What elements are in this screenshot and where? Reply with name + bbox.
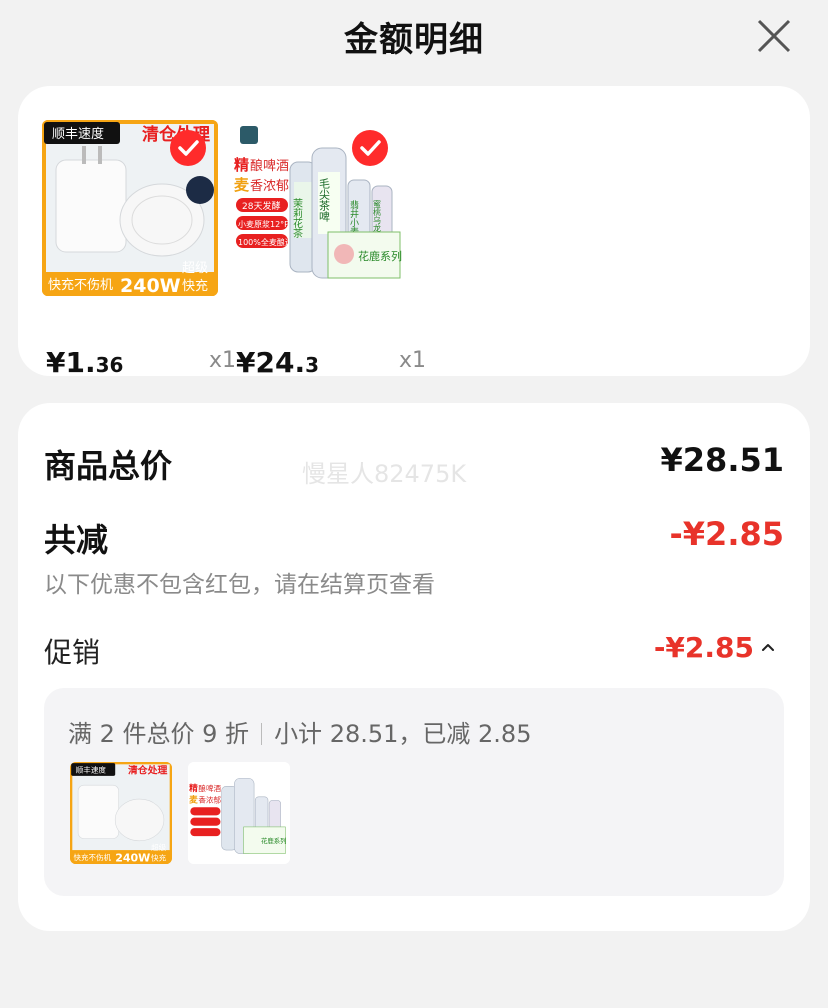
pill3: 100%全麦酿造 <box>238 237 293 247</box>
promo-desc: 满 2 件总价 9 折 <box>68 720 250 748</box>
price-dec: 3 <box>305 353 320 377</box>
watermark: 慢星人82475K <box>302 460 467 488</box>
item-price: ¥1.36 <box>46 346 123 379</box>
footer-left-text: 快充不伤机 <box>48 277 113 293</box>
total-value: ¥28.51 <box>660 441 784 479</box>
line2b: 香浓郁 <box>198 795 221 805</box>
divider <box>261 723 263 745</box>
box-text: 花鹿系列 <box>261 836 286 845</box>
checked-icon[interactable] <box>352 130 388 166</box>
charger-thumb-image: 顺丰速度 清仓处理 快充不伤机 240W 超级 快充 <box>70 762 172 864</box>
footer-right2-text: 快充 <box>182 278 208 294</box>
price-dec: 36 <box>95 353 124 377</box>
line2a: 麦 <box>189 794 198 806</box>
product-item[interactable]: 顺丰速度 清仓处理 快充不伤机 240W 超级 快充 ¥1.36 x1 <box>42 120 236 379</box>
promo-subtotal: 小计 28.51，已减 2.85 <box>274 720 532 748</box>
promo-value[interactable]: -¥2.85 <box>654 631 754 664</box>
line2a: 麦 <box>234 176 250 194</box>
line1a: 精 <box>189 782 198 794</box>
can2: 毛尖茶啤 <box>318 178 331 223</box>
discount-value: -¥2.85 <box>669 515 785 553</box>
chevron-up-icon[interactable] <box>760 639 776 655</box>
badge-text: 顺丰速度 <box>52 126 104 142</box>
product-item[interactable]: 精 酿啤酒 麦 香浓郁 28天发酵 小麦原浆12°P 100%全麦酿造 茉莉花茶… <box>232 120 426 379</box>
pill2: 小麦原浆12°P <box>238 219 289 229</box>
close-button[interactable] <box>756 18 792 54</box>
line1b: 酿啤酒 <box>198 783 221 793</box>
page-title: 金额明细 <box>344 20 484 60</box>
line1b: 酿啤酒 <box>250 158 289 174</box>
watts-text: 240W <box>120 275 181 296</box>
line2b: 香浓郁 <box>250 179 289 194</box>
promo-thumb-charger: 顺丰速度 清仓处理 快充不伤机 240W 超级 快充 <box>70 762 172 864</box>
pill1: 28天发酵 <box>242 200 280 212</box>
discount-note: 以下优惠不包含红包，请在结算页查看 <box>44 572 435 598</box>
tag-text: 清仓处理 <box>128 764 168 777</box>
close-icon <box>757 19 791 53</box>
footer-right2-text: 快充 <box>151 853 167 863</box>
promo-text: 满 2 件总价 9 折小计 28.51，已减 2.85 <box>68 714 531 749</box>
checked-icon[interactable] <box>170 130 206 166</box>
line1a: 精 <box>234 156 249 174</box>
footer-right1-text: 超级 <box>182 261 208 276</box>
box-text: 花鹿系列 <box>358 249 402 263</box>
price-int: ¥1. <box>46 346 96 379</box>
discount-label: 共减 <box>44 521 109 559</box>
total-label: 商品总价 <box>44 447 173 485</box>
item-quantity: x1 <box>208 348 236 373</box>
can4: 蜜桃乌龙 <box>373 199 382 233</box>
can3: 翡井小麦 <box>348 199 359 237</box>
badge-text: 顺丰速度 <box>76 764 107 774</box>
items-card: 顺丰速度 清仓处理 快充不伤机 240W 超级 快充 ¥1.36 x1 <box>18 86 810 379</box>
promo-thumb-beer: 精 酿啤酒 麦 香浓郁 花鹿系列 <box>188 762 290 864</box>
beer-thumb-image: 精 酿啤酒 麦 香浓郁 花鹿系列 <box>188 762 290 864</box>
header: 金额明细 <box>0 0 828 72</box>
price-int: ¥24. <box>236 346 306 379</box>
item-quantity: x1 <box>398 348 426 373</box>
can1: 茉莉花茶 <box>291 197 303 238</box>
footer-right1-text: 超级 <box>151 842 167 852</box>
footer-left-text: 快充不伤机 <box>73 852 111 862</box>
product-image-charger: 顺丰速度 清仓处理 快充不伤机 240W 超级 快充 <box>42 120 218 296</box>
item-price: ¥24.3 <box>236 346 319 379</box>
product-image-beer: 精 酿啤酒 麦 香浓郁 28天发酵 小麦原浆12°P 100%全麦酿造 茉莉花茶… <box>232 120 408 296</box>
promo-label[interactable]: 促销 <box>44 631 100 671</box>
promo-detail: 满 2 件总价 9 折小计 28.51，已减 2.85 顺丰速度 清仓处理 快充… <box>44 688 784 896</box>
watts-text: 240W <box>115 852 150 864</box>
